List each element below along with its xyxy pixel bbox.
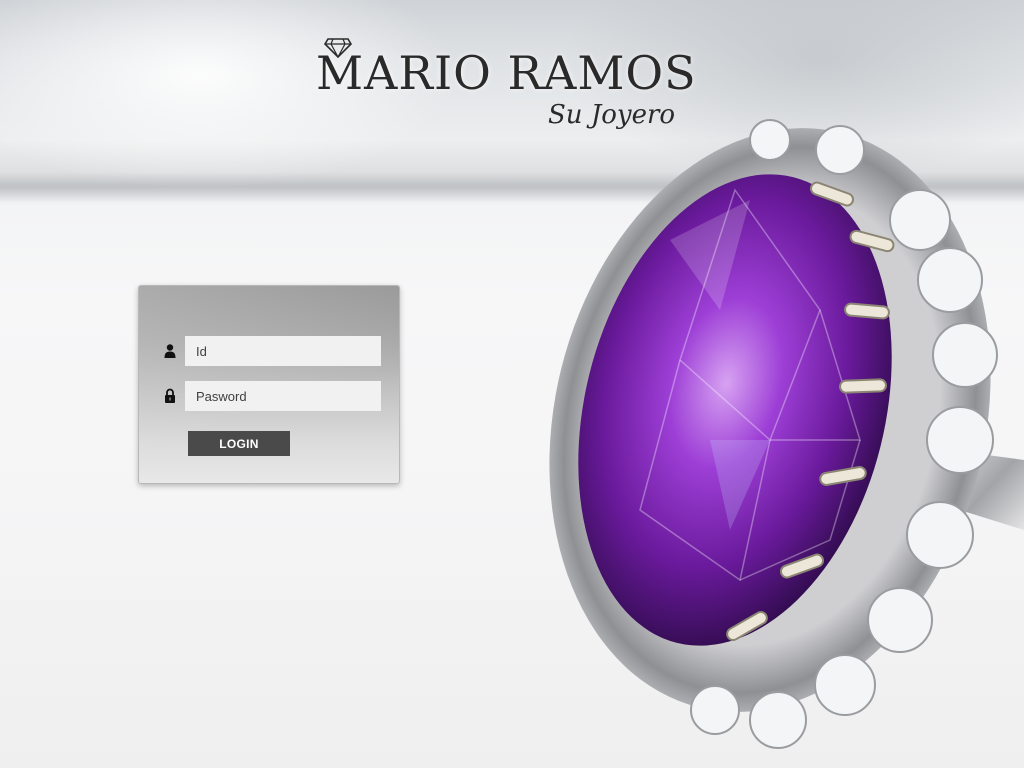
password-input[interactable] (185, 381, 381, 411)
brand-name: MARIO RAMOS (316, 46, 697, 100)
login-button[interactable]: LOGIN (188, 431, 290, 456)
lock-icon (165, 388, 175, 403)
login-form: LOGIN (138, 285, 400, 484)
id-field-row (163, 336, 383, 366)
amethyst-ring-image (549, 119, 1024, 749)
login-page: MARIO RAMOS Su Joyero Id LOGIN (0, 0, 1024, 768)
user-icon (164, 344, 176, 358)
id-input[interactable] (185, 336, 381, 366)
password-field-row (163, 381, 383, 411)
